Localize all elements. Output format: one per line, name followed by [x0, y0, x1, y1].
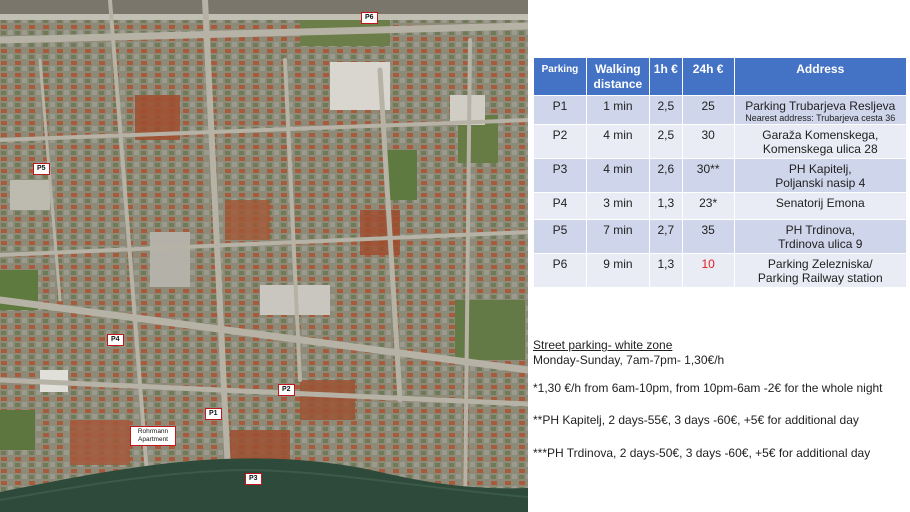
map-marker-p3[interactable]: P3 [245, 473, 262, 485]
address-line-2: Trdinova ulica 9 [778, 237, 863, 251]
cell-parking: P2 [533, 124, 587, 159]
cell-walk: 4 min [585, 158, 650, 193]
map-marker-p2[interactable]: P2 [278, 384, 295, 396]
cell-1h: 1,3 [648, 253, 683, 288]
cell-1h: 2,5 [648, 95, 683, 125]
cell-1h: 2,6 [648, 158, 683, 193]
address-line: Senatorij Emona [775, 196, 865, 210]
cell-parking: P1 [533, 95, 587, 125]
aerial-map[interactable]: P6 P5 P4 P2 P1 Rohrmann Apartment P3 [0, 0, 528, 512]
cell-walk: 4 min [585, 124, 650, 159]
cell-walk: 9 min [585, 253, 650, 288]
address-line: Garaža Komenskega, [762, 128, 879, 142]
cell-walk: 1 min [585, 95, 650, 125]
table-row: P5 7 min 2,7 35 PH Trdinova, Trdinova ul… [533, 219, 908, 254]
address-line: PH Kapitelj, [788, 162, 852, 176]
header-address: Address [733, 57, 908, 96]
street-parking-hours: Monday-Sunday, 7am-7pm- 1,30€/h [533, 353, 725, 367]
address-line: Parking Zelezniska/ [767, 257, 873, 271]
cell-walk: 3 min [585, 192, 650, 220]
cell-24h: 30** [681, 158, 735, 193]
cell-walk: 7 min [585, 219, 650, 254]
map-marker-p5[interactable]: P5 [33, 163, 50, 175]
cell-24h: 23* [681, 192, 735, 220]
header-walking-distance: Walking distance [585, 57, 650, 96]
cell-parking: P4 [533, 192, 587, 220]
cell-24h: 35 [681, 219, 735, 254]
address-subline: Nearest address: Trubarjeva cesta 36 [745, 113, 896, 123]
cell-24h: 25 [681, 95, 735, 125]
address-line-2: Poljanski nasip 4 [775, 176, 866, 190]
table-row: P4 3 min 1,3 23* Senatorij Emona [533, 192, 908, 220]
address-line: Parking Trubarjeva Resljeva [745, 99, 896, 113]
cell-1h: 2,5 [648, 124, 683, 159]
address-line-2: Parking Railway station [757, 271, 883, 285]
map-marker-p1[interactable]: P1 [205, 408, 222, 420]
table-header-row: Parking Walking distance 1h € 24h € Addr… [533, 57, 908, 96]
cell-parking: P3 [533, 158, 587, 193]
cell-1h: 2,7 [648, 219, 683, 254]
table-row: P6 9 min 1,3 10 Parking Zelezniska/ Park… [533, 253, 908, 288]
cell-parking: P6 [533, 253, 587, 288]
map-marker-p6[interactable]: P6 [361, 12, 378, 24]
header-24h-price: 24h € [681, 57, 735, 96]
parking-table: Parking Walking distance 1h € 24h € Addr… [533, 57, 908, 288]
footnote-single-star: *1,30 €/h from 6am-10pm, from 10pm-6am -… [533, 381, 883, 395]
header-parking: Parking [533, 57, 587, 96]
cell-address: Parking Zelezniska/ Parking Railway stat… [733, 253, 908, 288]
address-line-2: Komenskega ulica 28 [762, 142, 878, 156]
footnote-double-star: **PH Kapitelj, 2 days-55€, 3 days -60€, … [533, 413, 859, 427]
address-line: PH Trdinova, [785, 223, 855, 237]
map-imagery [0, 0, 528, 512]
cell-address: Parking Trubarjeva Resljeva Nearest addr… [733, 95, 908, 125]
map-marker-p4[interactable]: P4 [107, 334, 124, 346]
table-row: P3 4 min 2,6 30** PH Kapitelj, Poljanski… [533, 158, 908, 193]
cell-1h: 1,3 [648, 192, 683, 220]
cell-address: Senatorij Emona [733, 192, 908, 220]
cell-24h: 30 [681, 124, 735, 159]
header-1h-price: 1h € [648, 57, 683, 96]
cell-address: PH Kapitelj, Poljanski nasip 4 [733, 158, 908, 193]
cell-24h: 10 [681, 253, 735, 288]
footnote-triple-star: ***PH Trdinova, 2 days-50€, 3 days -60€,… [533, 446, 871, 460]
cell-parking: P5 [533, 219, 587, 254]
map-marker-apartment[interactable]: Rohrmann Apartment [130, 426, 176, 446]
table-row: P2 4 min 2,5 30 Garaža Komenskega, Komen… [533, 124, 908, 159]
street-parking-title: Street parking- white zone [533, 338, 673, 352]
cell-address: PH Trdinova, Trdinova ulica 9 [733, 219, 908, 254]
table-row: P1 1 min 2,5 25 Parking Trubarjeva Reslj… [533, 95, 908, 125]
cell-address: Garaža Komenskega, Komenskega ulica 28 [733, 124, 908, 159]
